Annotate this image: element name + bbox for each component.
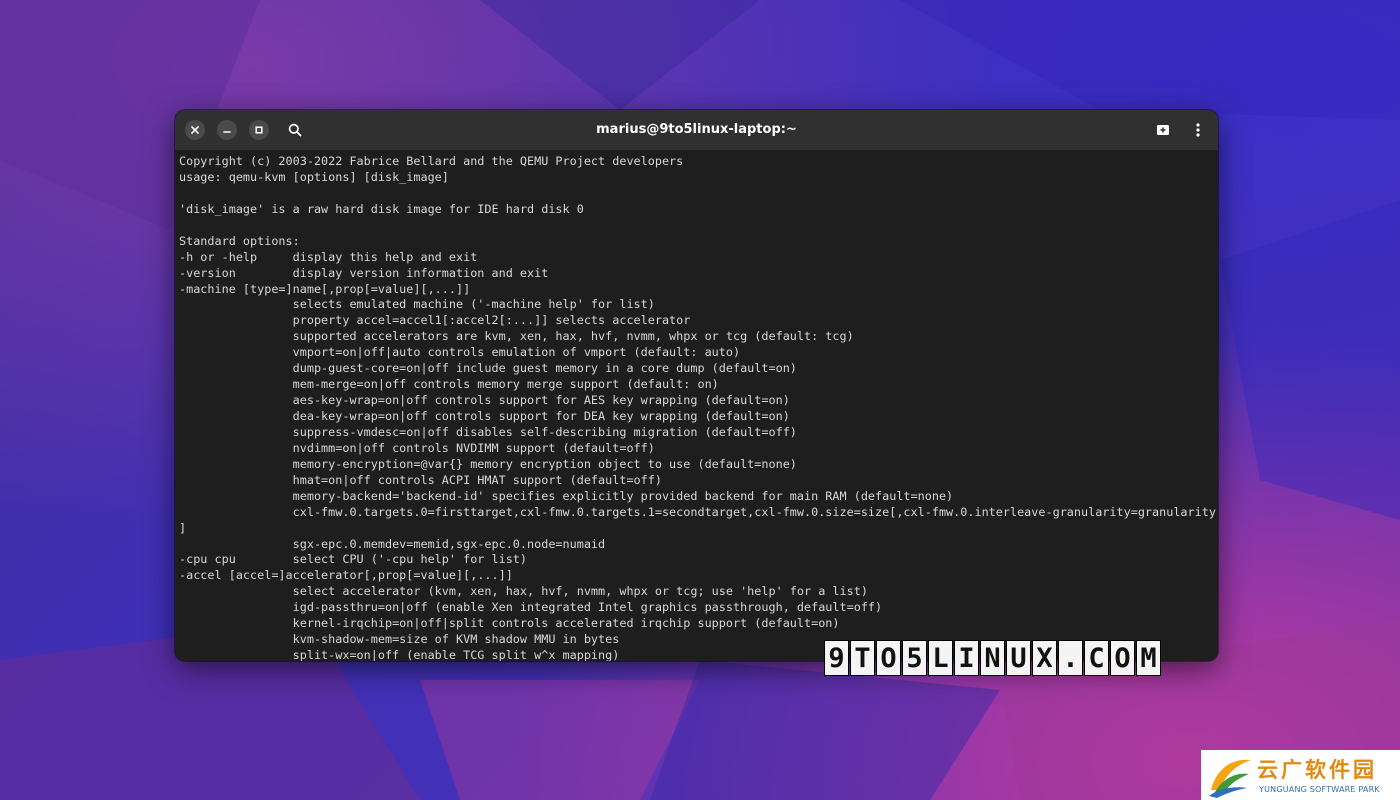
terminal-line: memory-encryption=@var{} memory encrypti…: [179, 456, 797, 471]
terminal-line: vmport=on|off|auto controls emulation of…: [179, 345, 741, 360]
terminal-line: 'disk_image' is a raw hard disk image fo…: [179, 201, 584, 216]
leaf-logo-icon: [1209, 759, 1251, 798]
terminal-line: -version display version information and…: [179, 265, 549, 280]
terminal-line: -accel [accel=]accelerator[,prop[=value]…: [179, 568, 513, 583]
terminal-line: hmat=on|off controls ACPI HMAT support (…: [179, 472, 662, 487]
terminal-line: memory-backend='backend-id' specifies ex…: [179, 488, 954, 503]
window-title: marius@9to5linux-laptop:~: [596, 122, 797, 137]
terminal-line: supported accelerators are kvm, xen, hax…: [179, 329, 854, 344]
watermark-char: M: [1137, 641, 1160, 675]
terminal-line: -machine [type=]name[,prop[=value][,...]…: [179, 281, 471, 296]
terminal-line: aes-key-wrap=on|off controls support for…: [179, 393, 790, 408]
terminal-line: -h or -help display this help and exit: [179, 249, 478, 264]
badge-name: 云广软件园: [1257, 758, 1377, 782]
terminal-line: nvdimm=on|off controls NVDIMM support (d…: [179, 440, 655, 455]
terminal-line: suppress-vmdesc=on|off disables self-des…: [179, 424, 797, 439]
watermark-char: C: [1085, 641, 1108, 675]
terminal-line: kernel-irqchip=on|off|split controls acc…: [179, 616, 840, 631]
terminal-text: Copyright (c) 2003-2022 Fabrice Bellard …: [179, 154, 1216, 661]
terminal-output[interactable]: Copyright (c) 2003-2022 Fabrice Bellard …: [175, 150, 1218, 661]
terminal-line: igd-passthru=on|off (enable Xen integrat…: [179, 600, 883, 615]
terminal-window: marius@9to5linux-laptop:~ Copyright (c) …: [175, 110, 1218, 661]
terminal-line: sgx-epc.0.memdev=memid,sgx-epc.0.node=nu…: [179, 536, 606, 551]
terminal-line: -cpu cpu select CPU ('-cpu help' for lis…: [179, 552, 528, 567]
watermark-char: T: [851, 641, 874, 675]
terminal-line: Standard options:: [179, 233, 300, 248]
terminal-line: property accel=accel1[:accel2[:...]] sel…: [179, 313, 691, 328]
watermark-char: L: [929, 641, 952, 675]
menu-button[interactable]: [1187, 120, 1209, 140]
watermark-char: .: [1059, 641, 1082, 675]
corner-badge: 云广软件园 YUNGUANG SOFTWARE PARK: [1201, 750, 1400, 800]
watermark-char: U: [1007, 641, 1030, 675]
new-tab-icon: [1157, 125, 1169, 135]
terminal-line: ]: [179, 520, 187, 535]
kebab-menu-icon: [1196, 123, 1200, 137]
watermark-char: 9: [825, 641, 848, 675]
watermark-char: N: [981, 641, 1004, 675]
terminal-line: select accelerator (kvm, xen, hax, hvf, …: [179, 584, 868, 599]
watermark-char: 5: [903, 641, 926, 675]
terminal-line: cxl-fmw.0.targets.0=firsttarget,cxl-fmw.…: [179, 504, 1216, 519]
watermark-char: I: [955, 641, 978, 675]
title-bar: marius@9to5linux-laptop:~: [175, 110, 1218, 150]
terminal-line: usage: qemu-kvm [options] [disk_image]: [179, 169, 449, 184]
watermark-char: O: [1111, 641, 1134, 675]
new-tab-button[interactable]: [1152, 120, 1174, 140]
watermark-char: X: [1033, 641, 1056, 675]
terminal-line: dea-key-wrap=on|off controls support for…: [179, 409, 790, 423]
site-watermark: 9TO5LINUX.COM: [825, 641, 1160, 675]
terminal-line: Copyright (c) 2003-2022 Fabrice Bellard …: [179, 154, 684, 168]
terminal-line: selects emulated machine ('-machine help…: [179, 297, 655, 312]
watermark-char: O: [877, 641, 900, 675]
terminal-line: mem-merge=on|off controls memory merge s…: [179, 377, 719, 392]
badge-subtitle: YUNGUANG SOFTWARE PARK: [1259, 785, 1380, 794]
terminal-line: dump-guest-core=on|off include guest mem…: [179, 361, 797, 376]
